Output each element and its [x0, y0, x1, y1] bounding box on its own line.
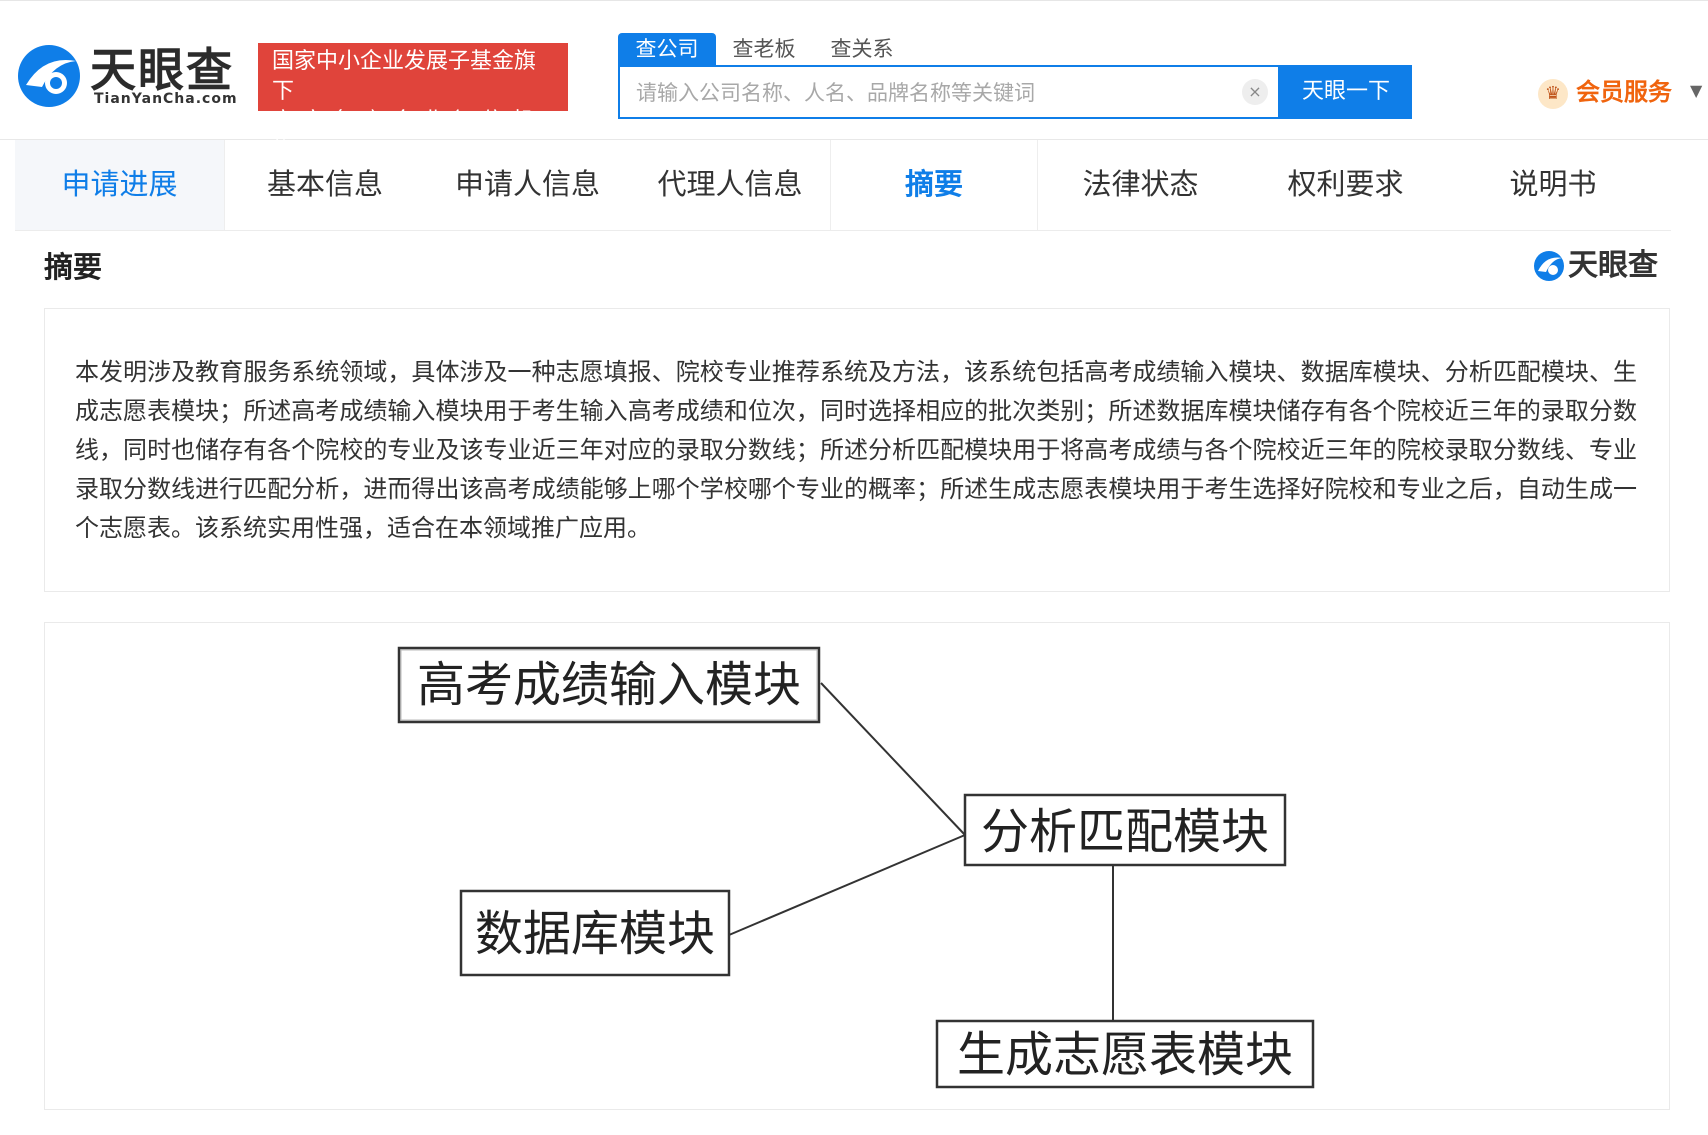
tab-legal-status[interactable]: 法律状态	[1038, 140, 1243, 230]
logo-eye-icon	[18, 45, 80, 107]
badge-line-1: 国家中小企业发展子基金旗下	[272, 49, 537, 104]
member-service-link[interactable]: 会员服务	[1576, 75, 1672, 109]
box-database-module: 数据库模块	[459, 889, 731, 977]
tianyancha-logo[interactable]: 天眼查 TianYanCha.com	[14, 41, 239, 113]
search-tab-company[interactable]: 查公司	[618, 33, 716, 65]
box-score-input-label: 高考成绩输入模块	[417, 657, 801, 713]
certification-badge: 国家中小企业发展子基金旗下 官方备案企业征信机构	[258, 43, 568, 164]
search-input[interactable]	[634, 67, 1198, 119]
search-tab-relation[interactable]: 查关系	[822, 33, 902, 65]
tab-application-progress[interactable]: 申请进展	[15, 140, 225, 230]
tab-description[interactable]: 说明书	[1448, 140, 1658, 230]
top-header: 天眼查 TianYanCha.com 国家中小企业发展子基金旗下 官方备案企业征…	[0, 0, 1708, 164]
connector-score-to-analysis	[820, 682, 966, 836]
abstract-card: 本发明涉及教育服务系统领域，具体涉及一种志愿填报、院校专业推荐系统及方法，该系统…	[44, 308, 1670, 592]
logo-domain: TianYanCha.com	[94, 91, 238, 107]
abstract-figure: 高考成绩输入模块 数据库模块 分析匹配模块 生成志愿表模块	[44, 622, 1670, 1110]
logo-text: 天眼查	[90, 43, 234, 97]
watermark-logo-icon	[1534, 251, 1564, 281]
search-box: ×	[618, 65, 1280, 119]
search-button[interactable]: 天眼一下	[1280, 65, 1412, 119]
box-database-label: 数据库模块	[475, 906, 715, 962]
box-analysis-module: 分析匹配模块	[963, 793, 1287, 867]
tab-claims[interactable]: 权利要求	[1243, 140, 1448, 230]
box-analysis-label: 分析匹配模块	[981, 804, 1269, 860]
abstract-text: 本发明涉及教育服务系统领域，具体涉及一种志愿填报、院校专业推荐系统及方法，该系统…	[75, 358, 1637, 542]
tab-agent-info[interactable]: 代理人信息	[630, 140, 830, 230]
clear-search-icon[interactable]: ×	[1242, 79, 1268, 105]
connector-database-to-analysis	[728, 834, 966, 936]
module-diagram: 高考成绩输入模块 数据库模块 分析匹配模块 生成志愿表模块	[397, 646, 1315, 1089]
tab-basic-info[interactable]: 基本信息	[225, 140, 425, 230]
watermark-text: 天眼查	[1568, 248, 1658, 283]
tab-abstract[interactable]: 摘要	[830, 140, 1038, 230]
box-score-input-module: 高考成绩输入模块	[397, 646, 821, 724]
tab-applicant-info[interactable]: 申请人信息	[425, 140, 630, 230]
chevron-down-icon[interactable]: ▼	[1690, 81, 1702, 100]
search-tab-boss[interactable]: 查老板	[724, 33, 804, 65]
section-title: 摘要	[44, 250, 103, 284]
box-generate-table-module: 生成志愿表模块	[935, 1019, 1315, 1089]
patent-detail-tabs: 申请进展 基本信息 申请人信息 代理人信息 摘要 法律状态 权利要求 说明书	[15, 140, 1671, 231]
box-generate-table-label: 生成志愿表模块	[957, 1027, 1293, 1083]
crown-icon: ♛	[1538, 79, 1568, 109]
